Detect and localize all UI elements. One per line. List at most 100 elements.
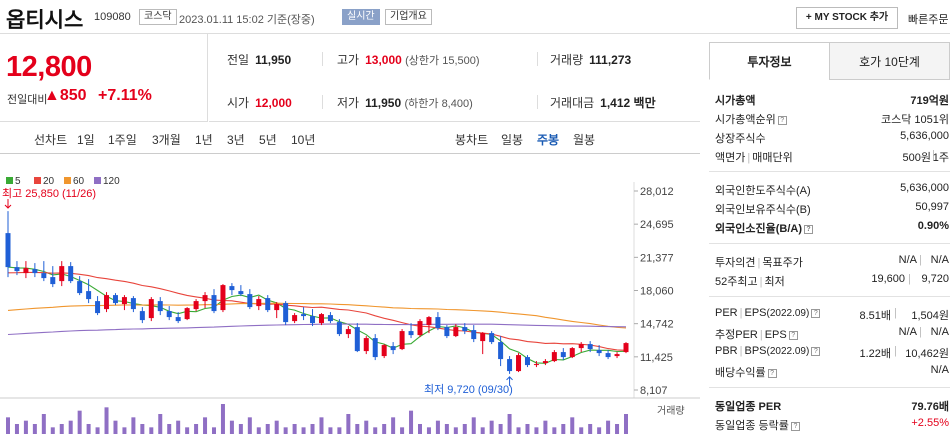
help-icon[interactable]: ?: [804, 225, 813, 234]
tab-period-10y[interactable]: 10년: [291, 131, 315, 148]
change-label: 전일대비: [7, 94, 48, 106]
help-icon[interactable]: ?: [811, 347, 821, 356]
candle-body: [551, 352, 557, 362]
candle-body: [623, 343, 629, 353]
candle-body: [542, 361, 548, 364]
company-name: 옵티시스: [6, 9, 84, 32]
help-icon[interactable]: ?: [767, 369, 777, 378]
volume-bar: [274, 420, 279, 434]
stock-header: 옵티시스 109080 코스닥 2023.01.11 15:02 기준(장중) …: [0, 0, 950, 34]
ma120-line: [7, 323, 627, 336]
volume-bar: [158, 414, 163, 434]
company-overview-button[interactable]: 기업개요: [385, 9, 432, 25]
tab-period-1y[interactable]: 1년: [195, 131, 213, 148]
weekly-candle-chart[interactable]: 5 20 60 120 28,012 24,695 21,377 18,060 14,7…: [0, 154, 700, 434]
y-tick-label: 24,695: [640, 219, 674, 231]
volume-bar: [149, 427, 154, 434]
candle-body: [578, 344, 584, 349]
candle-body: [435, 317, 441, 329]
volume-bar: [140, 424, 145, 434]
candle-body: [50, 277, 56, 285]
foreign-limit-row: 외국인한도주식수(A) 5,636,000: [715, 182, 949, 197]
foreign-hold-row: 외국인보유주식수(B) 50,997: [715, 201, 949, 216]
side-tabs: 투자정보 호가 10단계: [709, 42, 950, 80]
tab-period-1w[interactable]: 1주일: [108, 131, 137, 148]
volume-bar: [615, 424, 620, 434]
price-change-percent: +7.11%: [98, 87, 152, 104]
help-icon[interactable]: ?: [790, 422, 800, 431]
tab-period-5y[interactable]: 5년: [259, 131, 277, 148]
tab-investment-info[interactable]: 투자정보: [709, 42, 830, 80]
tab-candle-weekly[interactable]: 주봉: [537, 131, 559, 148]
volume-bar: [212, 427, 216, 434]
help-icon[interactable]: ?: [788, 331, 798, 340]
candle-body: [5, 233, 11, 268]
volume-bar: [444, 424, 449, 434]
candle-body: [408, 331, 414, 336]
tab-candle-monthly[interactable]: 월봉: [573, 131, 595, 148]
tab-period-3m[interactable]: 3개월: [152, 131, 181, 148]
volume-bar: [41, 414, 46, 434]
per-eps-row: PER | EPS(2022.09)? 8.51배 | 1,504원: [715, 307, 949, 322]
candle-body: [148, 299, 154, 319]
market-cap-row: 시가총액 719억원: [715, 95, 949, 107]
est-per-eps-row: 추정PER | EPS? N/A | N/A: [715, 326, 949, 341]
high-annotation: 최고 25,850 (11/26): [2, 187, 96, 200]
candle-body: [157, 301, 163, 312]
tab-candle-chart[interactable]: 봉차트: [455, 131, 488, 148]
candle-body: [265, 298, 271, 311]
tab-order-book[interactable]: 호가 10단계: [829, 42, 950, 80]
pbr-bps-row: PBR | BPS(2022.09)? 1.22배 | 10,462원: [715, 345, 949, 360]
volume-bar: [400, 427, 405, 434]
candle-body: [524, 357, 530, 366]
volume-bar: [283, 427, 288, 434]
help-icon[interactable]: ?: [777, 116, 787, 125]
candle-body: [112, 295, 118, 304]
volume-bar: [131, 417, 136, 434]
candle-body: [372, 338, 378, 358]
realtime-badge[interactable]: 실시간: [342, 9, 380, 25]
candle-body: [318, 314, 324, 324]
volume-bar: [68, 420, 73, 434]
y-tick-label: 14,742: [640, 319, 674, 331]
candle-body: [211, 295, 217, 312]
candle-body: [68, 266, 74, 282]
volume-bar: [624, 414, 628, 434]
add-mystock-button[interactable]: + MY STOCK 추가: [796, 7, 898, 29]
open-price: 시가 12,000: [227, 96, 292, 110]
tab-period-3y[interactable]: 3년: [227, 131, 245, 148]
candle-body: [247, 294, 253, 308]
tab-candle-daily[interactable]: 일봉: [501, 131, 523, 148]
help-icon[interactable]: ?: [811, 309, 821, 318]
candle-body: [399, 331, 405, 350]
candle-body: [14, 267, 20, 272]
legend-ma5: 5: [15, 176, 21, 187]
legend-ma120: 120: [103, 176, 120, 187]
candle-body: [507, 359, 513, 372]
volume-bar: [489, 420, 494, 434]
cap-rank-row: 시가총액순위? 코스닥 1051위: [715, 114, 949, 126]
candle-body: [130, 298, 136, 310]
low-annotation: 최저 9,720 (09/30): [424, 383, 513, 396]
candle-body: [283, 303, 289, 323]
candle-body: [453, 327, 459, 337]
volume-bar: [95, 427, 100, 434]
tab-period-1d[interactable]: 1일: [77, 131, 95, 148]
industry-rate-row: 동일업종 등락률? +2.55%: [715, 417, 949, 432]
candle-body: [569, 348, 575, 358]
market-badge: 코스닥: [139, 9, 177, 25]
volume-bar: [552, 427, 557, 434]
volume-bar: [426, 427, 431, 434]
tab-line-chart[interactable]: 선차트: [34, 131, 67, 148]
investment-info-panel: 투자정보 호가 10단계 시가총액 719억원 시가총액순위? 코스닥 1051위 …: [709, 42, 950, 434]
volume-bar: [418, 424, 422, 434]
candle-body: [41, 273, 47, 279]
candle-body: [95, 301, 101, 314]
y-axis-ticks: 28,012 24,695 21,377 18,060 14,742 11,425 8,10…: [634, 186, 674, 397]
y-tick-label: 18,060: [640, 285, 674, 297]
volume-bar: [292, 424, 297, 434]
volume-bar: [480, 427, 485, 434]
quick-order-button[interactable]: 빠른주문: [908, 11, 948, 27]
foreign-ratio-row: 외국인소진율(B/A)? 0.90%: [715, 220, 949, 235]
candle-body: [498, 342, 504, 360]
